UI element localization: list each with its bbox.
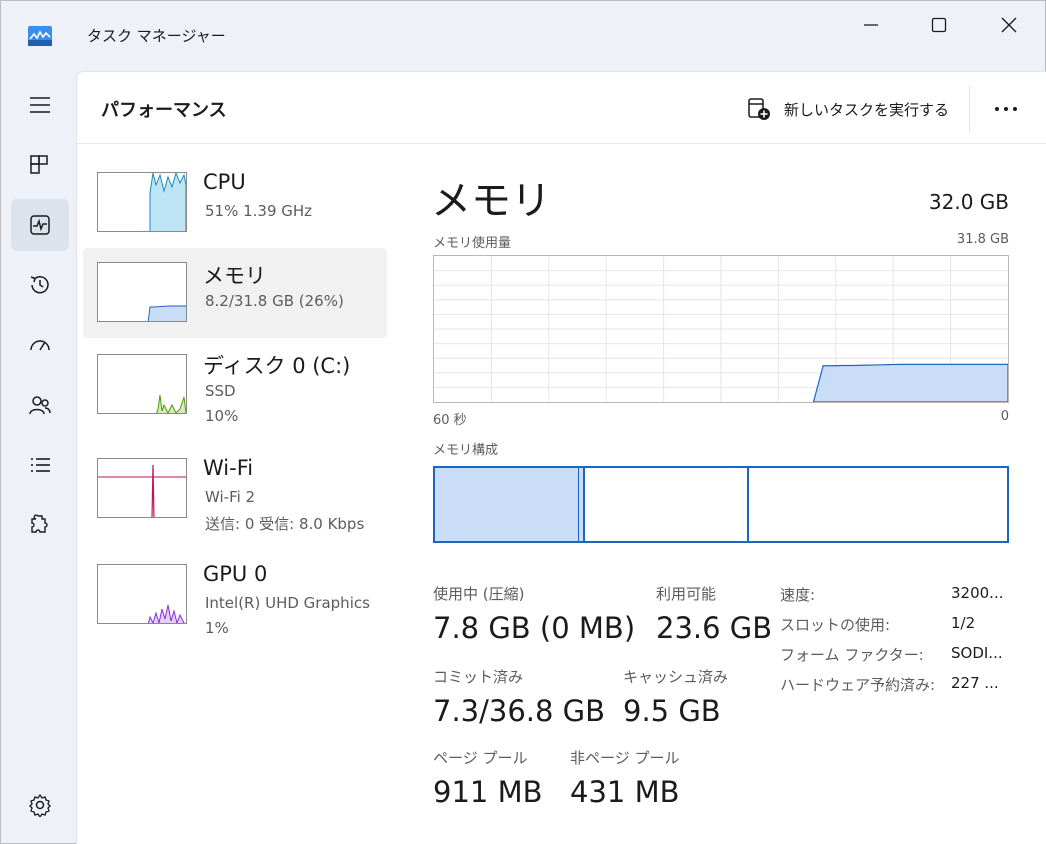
run-task-icon [748,98,770,120]
perf-item-memory[interactable]: メモリ 8.2/31.8 GB (26%) [83,248,387,338]
composition-label: メモリ構成 [433,443,499,458]
run-new-task-label: 新しいタスクを実行する [784,101,950,119]
committed-label: コミット済み [433,668,524,686]
cached-value: 9.5 GB [623,694,721,728]
prop-label-slots: スロットの使用: [780,616,891,634]
memory-thumbnail-graph [97,262,187,322]
disk-thumbnail-graph [97,354,187,414]
usage-graph-label: メモリ使用量 [433,236,512,251]
performance-icon [30,215,50,235]
perf-item-wifi[interactable]: Wi-Fi Wi-Fi 2 送信: 0 受信: 8.0 Kbps [83,444,387,534]
composition-modified [578,468,585,541]
paged-pool-value: 911 MB [433,775,543,809]
services-icon [31,514,48,533]
detail-title: メモリ [431,178,551,224]
nonpaged-pool-value: 431 MB [570,775,680,809]
perf-item-sub: Wi-Fi 2 [205,488,256,506]
memory-usage-series [812,363,1009,403]
task-manager-app-icon [28,26,52,46]
rail-settings-button[interactable] [11,779,69,831]
perf-item-name: メモリ [203,264,266,288]
memory-usage-chart [434,256,1009,403]
memory-usage-graph [433,255,1009,403]
prop-value-hw-reserved: 227 ... [951,674,999,692]
more-dot-icon [1004,107,1008,111]
composition-in-use [435,468,578,541]
rail-menu-button[interactable] [11,79,69,131]
more-dot-icon [1013,107,1017,111]
prop-label-hw-reserved: ハードウェア予約済み: [780,676,936,694]
usage-graph-max: 31.8 GB [956,232,1009,247]
perf-item-gpu[interactable]: GPU 0 Intel(R) UHD Graphics 1% [83,550,387,640]
perf-item-sub: 10% [205,407,239,425]
in-use-label: 使用中 (圧縮) [433,585,525,603]
rail-app-history-button[interactable] [11,259,69,311]
title-bar: タスク マネージャー [1,1,1046,71]
more-options-button[interactable] [989,94,1025,124]
perf-item-sub: 1% [205,619,229,637]
task-manager-window: タスク マネージャー パフォーマンス 新しいタスクを実行する CPU 51% 1… [0,0,1046,844]
menu-icon [30,97,50,113]
perf-item-sub: 8.2/31.8 GB (26%) [205,292,344,310]
usage-axis-left: 60 秒 [433,413,467,428]
settings-icon [29,793,51,817]
rail-startup-apps-button[interactable] [11,319,69,371]
rail-processes-button[interactable] [11,139,69,191]
perf-item-sub: 51% 1.39 GHz [205,202,313,220]
window-title: タスク マネージャー [87,27,226,45]
maximize-icon [931,17,947,33]
rail-performance-button[interactable] [11,199,69,251]
prop-label-speed: 速度: [780,586,816,604]
maximize-button[interactable] [909,9,969,41]
rail-users-button[interactable] [11,379,69,431]
composition-free [749,468,1007,541]
app-history-icon [30,276,49,294]
perf-item-name: ディスク 0 (C:) [203,354,351,378]
content-panel: パフォーマンス 新しいタスクを実行する CPU 51% 1.39 GHz メモリ… [76,71,1046,844]
prop-label-form-factor: フォーム ファクター: [780,646,924,664]
cached-label: キャッシュ済み [623,668,729,686]
perf-item-name: CPU [203,170,246,194]
in-use-value: 7.8 GB (0 MB) [433,611,636,645]
committed-value: 7.3/36.8 GB [433,694,606,728]
content-header: パフォーマンス 新しいタスクを実行する [77,72,1046,144]
prop-value-slots: 1/2 [951,614,976,632]
minimize-icon [864,24,878,26]
header-divider [969,86,970,132]
more-dot-icon [995,107,999,111]
perf-item-sub: SSD [205,382,236,400]
users-icon [29,396,51,415]
usage-axis-right: 0 [1000,409,1009,424]
prop-value-form-factor: SODI... [951,644,1003,662]
close-button[interactable] [979,9,1039,41]
processes-icon [30,155,48,174]
perf-item-sub: 送信: 0 受信: 8.0 Kbps [205,515,365,533]
memory-composition-bar [433,466,1009,543]
perf-item-cpu[interactable]: CPU 51% 1.39 GHz [83,158,387,248]
perf-item-name: Wi-Fi [203,456,254,480]
minimize-button[interactable] [841,9,901,41]
wifi-thumbnail-graph [97,458,187,518]
perf-item-disk[interactable]: ディスク 0 (C:) SSD 10% [83,338,387,428]
rail-details-button[interactable] [11,439,69,491]
nonpaged-pool-label: 非ページ プール [570,749,680,767]
page-title: パフォーマンス [101,100,227,121]
composition-standby [585,468,749,541]
startup-apps-icon [30,340,50,351]
detail-total-memory: 32.0 GB [928,190,1009,214]
details-icon [31,458,50,472]
prop-value-speed: 3200... [951,584,1004,602]
perf-item-sub: Intel(R) UHD Graphics [205,594,370,612]
available-value: 23.6 GB [656,611,773,645]
cpu-thumbnail-graph [97,172,187,232]
paged-pool-label: ページ プール [433,749,528,767]
close-icon [1001,17,1017,33]
available-label: 利用可能 [656,585,717,603]
perf-item-name: GPU 0 [203,562,268,586]
gpu-thumbnail-graph [97,564,187,624]
rail-services-button[interactable] [11,499,69,551]
